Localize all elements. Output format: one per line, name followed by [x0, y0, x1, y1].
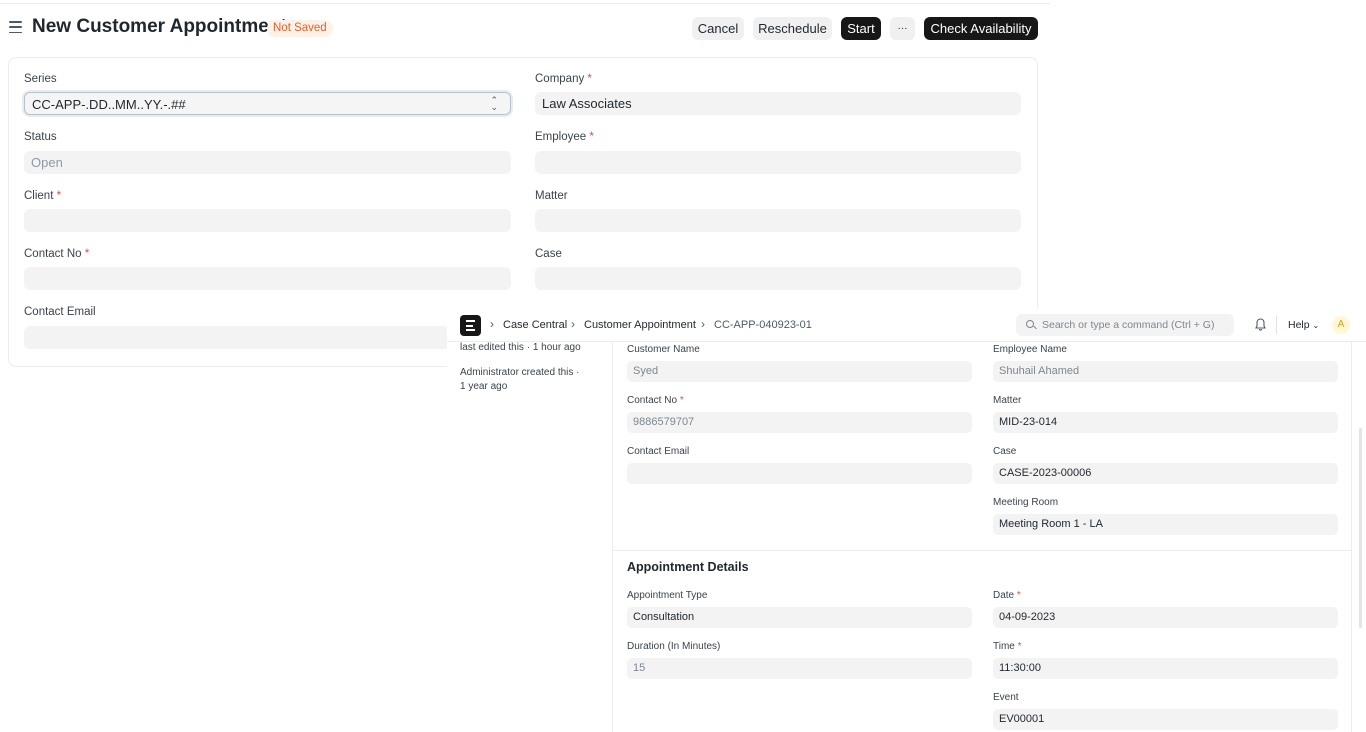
series-label: Series: [24, 73, 57, 85]
client-input[interactable]: [24, 209, 511, 232]
contact-no-field: 9886579707: [627, 412, 972, 433]
chevron-right-icon: ›: [490, 317, 494, 331]
overlay-screenshot: › Case Central › Customer Appointment › …: [447, 308, 1366, 732]
contact-no-label: Contact No *: [627, 395, 684, 406]
matter-input[interactable]: [535, 209, 1021, 232]
matter-label: Matter: [993, 395, 1022, 406]
search-input[interactable]: Search or type a command (Ctrl + G): [1016, 314, 1234, 336]
contact-no-label: Contact No *: [24, 248, 90, 260]
timeline-edited: last edited this · 1 hour ago: [460, 342, 581, 353]
case-label: Case: [535, 248, 562, 260]
company-input[interactable]: Law Associates: [535, 92, 1021, 115]
status-badge: Not Saved: [267, 20, 333, 37]
start-button[interactable]: Start: [841, 17, 881, 40]
matter-field[interactable]: MID-23-014: [993, 412, 1338, 433]
page-title: New Customer Appointment: [32, 16, 287, 37]
customer-name-field: Syed: [627, 361, 972, 382]
employee-label: Employee *: [535, 131, 594, 143]
date-label: Date *: [993, 590, 1021, 601]
chevron-down-icon: ⌄: [1312, 321, 1320, 330]
breadcrumb-case-central[interactable]: Case Central: [503, 319, 567, 331]
select-arrows-icon: ⌃ ⌄: [490, 95, 498, 112]
series-value: CC-APP-.DD..MM..YY.-.##: [32, 97, 186, 112]
contact-no-input[interactable]: [24, 267, 511, 290]
section-divider: [613, 550, 1351, 551]
appointment-type-field[interactable]: Consultation: [627, 607, 972, 628]
search-icon: [1026, 320, 1034, 328]
chevron-right-icon: ›: [701, 317, 705, 331]
navbar: › Case Central › Customer Appointment › …: [447, 308, 1366, 342]
appointment-details-heading: Appointment Details: [627, 560, 749, 574]
breadcrumb-current-doc[interactable]: CC-APP-040923-01: [714, 319, 812, 331]
search-placeholder: Search or type a command (Ctrl + G): [1042, 319, 1215, 331]
employee-name-field: Shuhail Ahamed: [993, 361, 1338, 382]
employee-name-label: Employee Name: [993, 344, 1067, 355]
breadcrumb-customer-appointment[interactable]: Customer Appointment: [584, 319, 696, 331]
notification-bell-icon[interactable]: [1255, 318, 1266, 331]
meeting-room-field[interactable]: Meeting Room 1 - LA: [993, 514, 1338, 535]
matter-label: Matter: [535, 190, 568, 202]
duration-label: Duration (In Minutes): [627, 641, 721, 652]
avatar[interactable]: A: [1332, 316, 1350, 334]
status-label: Status: [24, 131, 57, 143]
client-label: Client *: [24, 190, 62, 202]
contact-email-field[interactable]: [627, 463, 972, 484]
time-label: Time *: [993, 641, 1022, 652]
meeting-room-label: Meeting Room: [993, 497, 1059, 508]
event-field[interactable]: EV00001: [993, 709, 1338, 730]
appointment-type-label: Appointment Type: [627, 590, 708, 601]
case-input[interactable]: [535, 267, 1021, 290]
help-dropdown[interactable]: Help ⌄: [1288, 319, 1319, 331]
cancel-button[interactable]: Cancel: [692, 17, 744, 40]
case-label: Case: [993, 446, 1017, 457]
nav-divider: [1276, 316, 1277, 334]
page-header: New Customer Appointment Not Saved Cance…: [0, 12, 1050, 46]
date-field[interactable]: 04-09-2023: [993, 607, 1338, 628]
case-field[interactable]: CASE-2023-00006: [993, 463, 1338, 484]
more-actions-button[interactable]: ···: [890, 17, 915, 40]
app-logo-icon[interactable]: [460, 315, 481, 336]
chevron-right-icon: ›: [571, 317, 575, 331]
customer-name-label: Customer Name: [627, 344, 700, 355]
series-select[interactable]: CC-APP-.DD..MM..YY.-.## ⌃ ⌄: [24, 92, 511, 115]
time-field[interactable]: 11:30:00: [993, 658, 1338, 679]
document-form: Customer Name Syed Employee Name Shuhail…: [612, 342, 1352, 732]
employee-input[interactable]: [535, 151, 1021, 174]
contact-email-input[interactable]: [24, 326, 511, 349]
check-availability-button[interactable]: Check Availability: [924, 17, 1038, 40]
contact-email-label: Contact Email: [627, 446, 690, 457]
scrollbar[interactable]: [1359, 428, 1362, 628]
company-label: Company *: [535, 73, 592, 85]
event-label: Event: [993, 692, 1019, 703]
reschedule-button[interactable]: Reschedule: [753, 17, 832, 40]
status-field: Open: [24, 151, 511, 174]
menu-icon[interactable]: [9, 21, 22, 33]
contact-email-label: Contact Email: [24, 306, 96, 318]
timeline-created: Administrator created this · 1 year ago: [460, 367, 580, 392]
top-divider: [0, 3, 1050, 4]
duration-field: 15: [627, 658, 972, 679]
